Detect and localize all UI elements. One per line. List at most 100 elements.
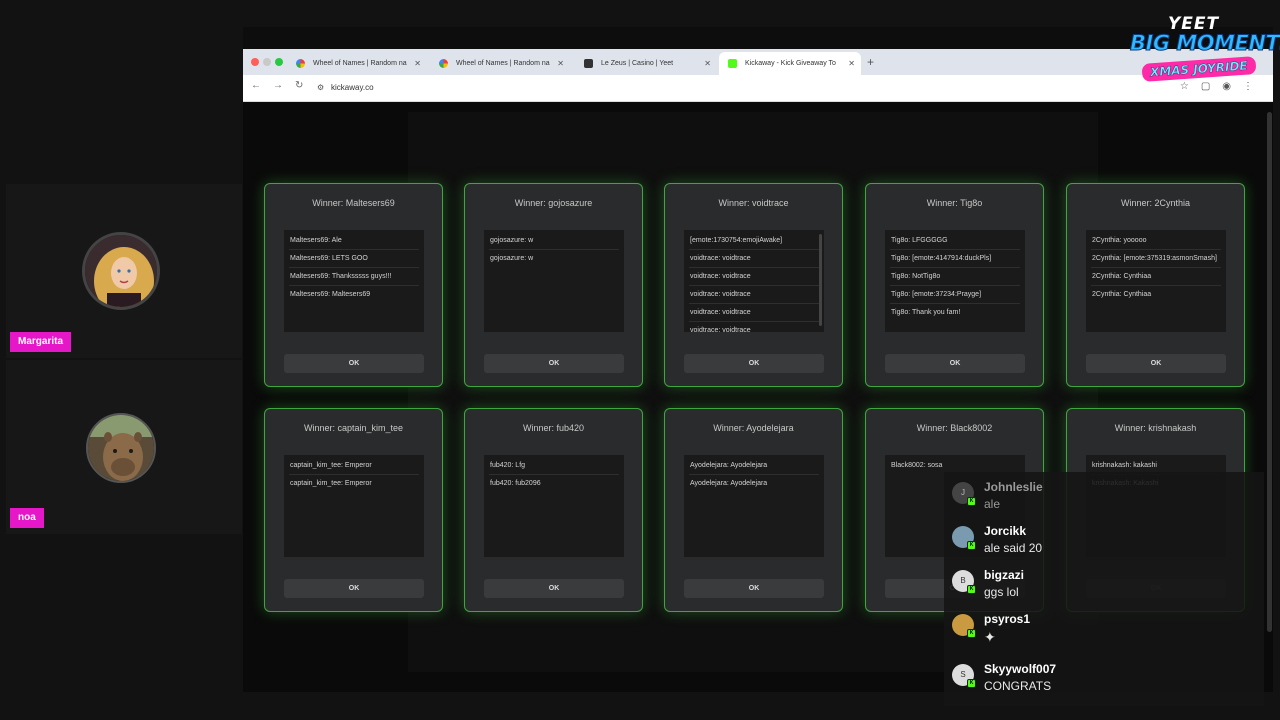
ok-button[interactable]: OK xyxy=(284,579,424,598)
tab-wheel-of-names-2[interactable]: Wheel of Names | Random na ✕ xyxy=(430,52,570,75)
chat-overlay: JK Johnleslie ale K Jorcikk ale said 20 … xyxy=(944,472,1264,706)
winner-title: Winner: Tig8o xyxy=(926,198,983,208)
minimize-window-button[interactable] xyxy=(263,58,271,66)
winner-modal: Winner: fub420 fub420: Lfg fub420: fub2096… xyxy=(464,408,643,612)
chat-username: psyros1 xyxy=(984,612,1031,626)
participant-name: Margarita xyxy=(10,332,72,352)
chat-message-row: captain_kim_tee: Emperor xyxy=(290,480,372,487)
wheel-favicon-icon xyxy=(439,59,448,68)
messages-scrollbar[interactable] xyxy=(819,234,822,326)
chat-message-row: Tig8o: [emote:4147914:duckPls] xyxy=(890,250,1020,268)
chat-message-row: voidtrace: voidtrace xyxy=(689,268,819,286)
chat-message-row: 2Cynthia: yooooo xyxy=(1091,232,1221,250)
winner-messages[interactable]: 2Cynthia: yooooo 2Cynthia: [emote:375319:… xyxy=(1086,230,1226,332)
url-field[interactable]: ⚙ kickaway.co xyxy=(317,80,374,96)
chat-text: CONGRATS xyxy=(984,679,1052,693)
participant-card-margarita: Margarita xyxy=(6,184,242,358)
tab-bar: Wheel of Names | Random na ✕ Wheel of Na… xyxy=(243,49,1273,75)
close-tab-icon[interactable]: ✕ xyxy=(704,52,711,75)
winner-modal: Winner: voidtrace [emote:1730754:emojiAwa… xyxy=(664,183,843,387)
close-tab-icon[interactable]: ✕ xyxy=(557,52,564,75)
winner-messages[interactable]: captain_kim_tee: Emperor captain_kim_tee:… xyxy=(284,455,424,557)
chat-message-row: Tig8o: [emote:37234:Prayge] xyxy=(890,286,1020,304)
chat-message-row: Tig8o: NotTig8o xyxy=(890,268,1020,286)
close-window-button[interactable] xyxy=(251,58,259,66)
tab-label: Wheel of Names | Random na xyxy=(313,60,407,67)
chat-username: bigzazi xyxy=(984,568,1025,582)
chat-text: ggs lol xyxy=(984,585,1019,599)
winner-modal: Winner: Tig8o Tig8o: LFGGGGG Tig8o: [emote… xyxy=(865,183,1044,387)
forward-arrow-icon[interactable]: → xyxy=(273,80,283,91)
winner-modal: Winner: gojosazure gojosazure: w gojosazur… xyxy=(464,183,643,387)
close-tab-icon[interactable]: ✕ xyxy=(414,52,421,75)
chat-text: ale said 20 xyxy=(984,541,1043,555)
tab-label: Kickaway - Kick Giveaway To xyxy=(745,60,836,67)
maximize-window-button[interactable] xyxy=(275,58,283,66)
ok-button[interactable]: OK xyxy=(1086,354,1226,373)
winner-messages[interactable]: Maltesers69: Ale Maltesers69: LETS GOO Mal… xyxy=(284,230,424,332)
back-arrow-icon[interactable]: ← xyxy=(251,80,261,91)
chat-username: Skyywolf007 xyxy=(984,662,1057,676)
winner-messages[interactable]: gojosazure: w gojosazure: w xyxy=(484,230,624,332)
stream-scene: Margarita noa Wheel of Names | Random na… xyxy=(0,0,1280,720)
winner-messages[interactable]: [emote:1730754:emojiAwake] voidtrace: voi… xyxy=(684,230,824,332)
chat-message-row: fub420: Lfg xyxy=(489,457,619,475)
chat-message-row: 2Cynthia: [emote:375319:asmonSmash] xyxy=(1091,250,1221,268)
tab-le-zeus[interactable]: Le Zeus | Casino | Yeet ✕ xyxy=(575,52,717,75)
chat-message-row: fub420: fub2096 xyxy=(490,480,541,487)
yeet-favicon-icon xyxy=(584,59,593,68)
ok-button[interactable]: OK xyxy=(684,579,824,598)
close-tab-icon[interactable]: ✕ xyxy=(848,52,855,75)
chat-message-row: [emote:1730754:emojiAwake] xyxy=(689,232,819,250)
winner-title: Winner: Maltesers69 xyxy=(312,198,395,208)
chat-message-row: Maltesers69: Ale xyxy=(289,232,419,250)
url-text: kickaway.co xyxy=(331,83,374,92)
reload-icon[interactable]: ↻ xyxy=(295,80,303,91)
chat-username: Johnleslie xyxy=(984,480,1043,494)
ok-button[interactable]: OK xyxy=(484,579,624,598)
winner-title: Winner: gojosazure xyxy=(514,198,593,208)
chat-message-row: Maltesers69: Thanksssss guys!!! xyxy=(289,268,419,286)
chat-message-row: Maltesers69: Maltesers69 xyxy=(290,291,371,298)
winner-title: Winner: 2Cynthia xyxy=(1120,198,1191,208)
new-tab-button[interactable]: + xyxy=(867,52,874,72)
kick-badge-icon: K xyxy=(967,679,976,688)
winner-title: Winner: voidtrace xyxy=(718,198,789,208)
wheel-favicon-icon xyxy=(296,59,305,68)
chat-message-row: Maltesers69: LETS GOO xyxy=(289,250,419,268)
kick-badge-icon: K xyxy=(967,585,976,594)
kick-favicon-icon xyxy=(728,59,737,68)
avatar: BK xyxy=(952,570,976,594)
ok-button[interactable]: OK xyxy=(284,354,424,373)
tab-kickaway[interactable]: Kickaway - Kick Giveaway To ✕ xyxy=(719,52,861,75)
winner-modal: Winner: captain_kim_tee captain_kim_tee: … xyxy=(264,408,443,612)
chat-message-row: voidtrace: voidtrace xyxy=(689,304,819,322)
site-settings-icon[interactable]: ⚙ xyxy=(317,80,325,92)
chat-message-row: 2Cynthia: Cynthiaa xyxy=(1092,291,1152,298)
winner-title: Winner: captain_kim_tee xyxy=(303,423,404,433)
chat-username: Jorcikk xyxy=(984,524,1027,538)
tab-label: Le Zeus | Casino | Yeet xyxy=(601,60,674,67)
tab-wheel-of-names-1[interactable]: Wheel of Names | Random na ✕ xyxy=(287,52,427,75)
winner-modal: Winner: Ayodelejara Ayodelejara: Ayodelej… xyxy=(664,408,843,612)
winner-messages[interactable]: Ayodelejara: Ayodelejara Ayodelejara: Ayo… xyxy=(684,455,824,557)
avatar: K xyxy=(952,614,976,638)
ok-button[interactable]: OK xyxy=(684,354,824,373)
winner-title: Winner: krishnakash xyxy=(1114,423,1197,433)
chat-message-row: captain_kim_tee: Emperor xyxy=(289,457,419,475)
chat-message-row: Ayodelejara: Ayodelejara xyxy=(690,480,768,487)
ok-button[interactable]: OK xyxy=(484,354,624,373)
winner-messages[interactable]: Tig8o: LFGGGGG Tig8o: [emote:4147914:duck… xyxy=(885,230,1025,332)
winner-modal: Winner: 2Cynthia 2Cynthia: yooooo 2Cynthia… xyxy=(1066,183,1245,387)
winner-messages[interactable]: fub420: Lfg fub420: fub2096 xyxy=(484,455,624,557)
ok-button[interactable]: OK xyxy=(885,354,1025,373)
chat-message-row: gojosazure: w xyxy=(490,255,534,262)
tab-label: Wheel of Names | Random na xyxy=(456,60,550,67)
chat-message-row: voidtrace: voidtrace xyxy=(689,250,819,268)
chat-message-row: Ayodelejara: Ayodelejara xyxy=(689,457,819,475)
page-scrollbar[interactable] xyxy=(1267,112,1272,632)
participant-card-noa: noa xyxy=(6,360,242,534)
logo-big-moments-text: BIG MOMENTS xyxy=(1130,31,1280,56)
chat-message-row: Tig8o: Thank you fam! xyxy=(891,309,961,316)
avatar: JK xyxy=(952,482,976,506)
